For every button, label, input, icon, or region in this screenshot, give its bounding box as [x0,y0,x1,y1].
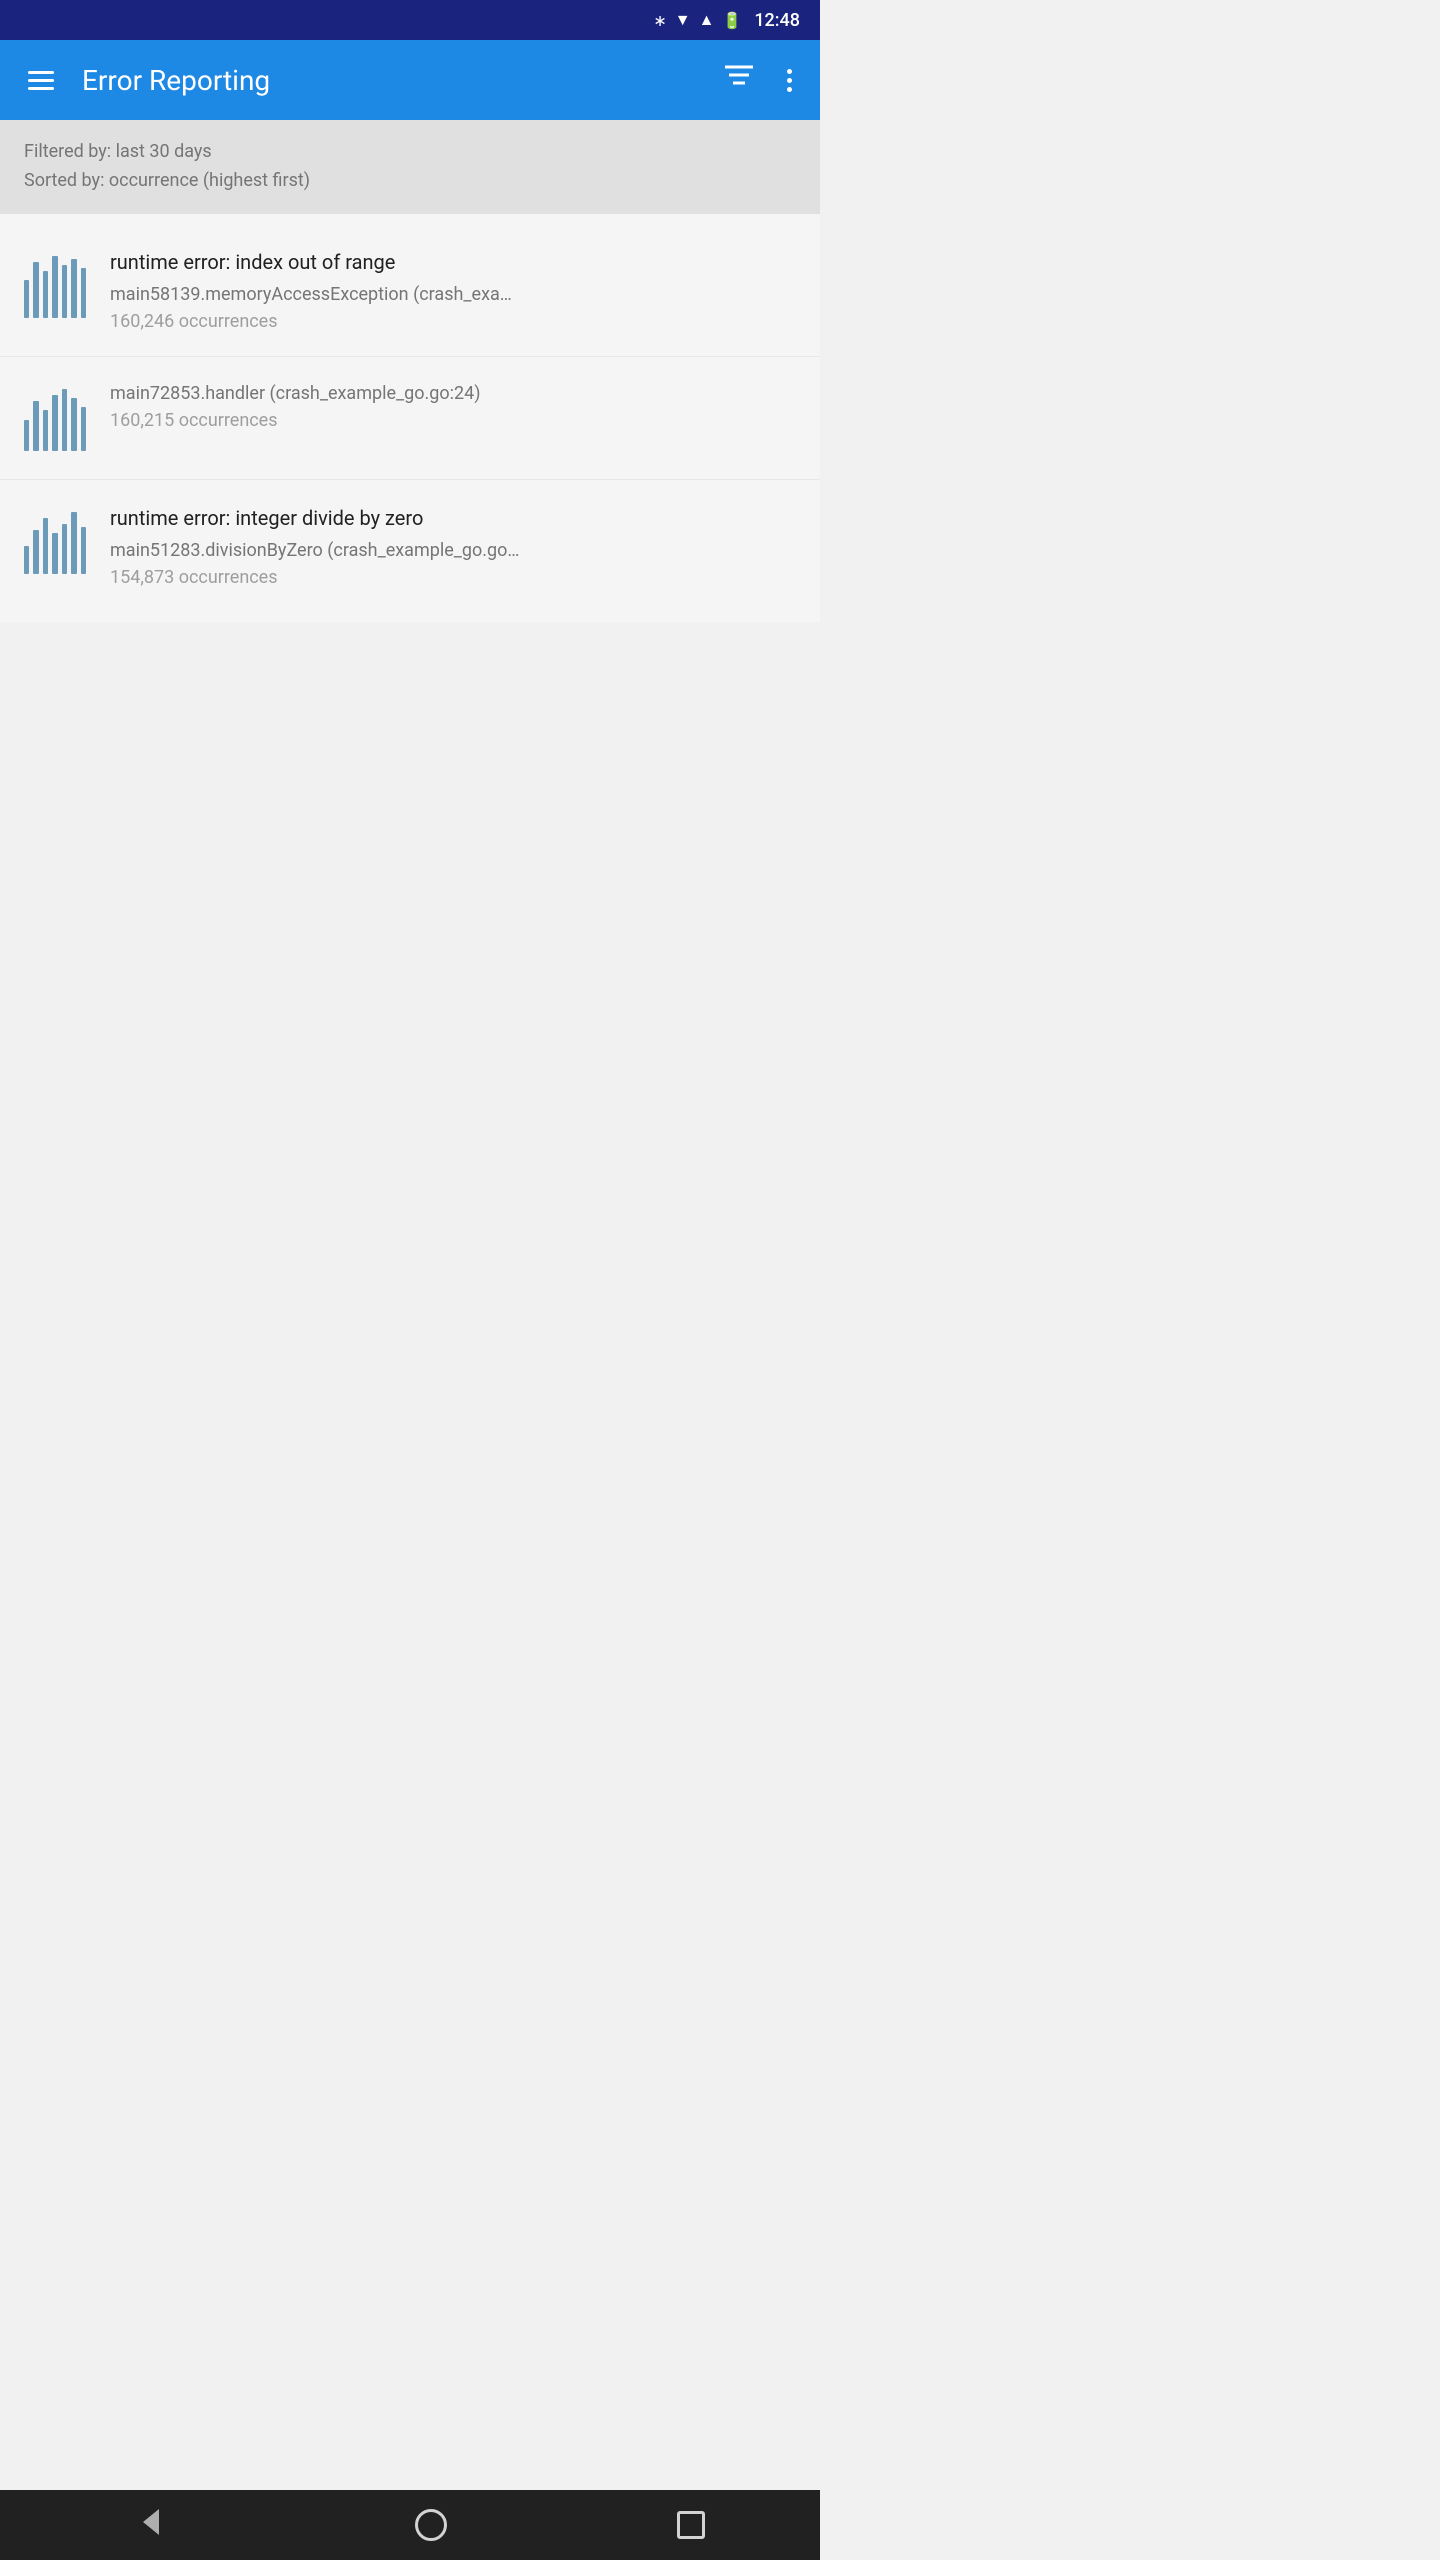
sort-by-text: Sorted by: occurrence (highest first) [24,167,796,196]
chart-bar [24,420,29,451]
error-detail: main51283.divisionByZero (crash_example_… [110,538,800,563]
error-chart-icon [20,385,90,455]
error-detail: main58139.memoryAccessException (crash_e… [110,282,800,307]
filter-button[interactable] [715,55,763,105]
app-bar-actions [715,55,800,105]
recents-button[interactable] [677,2511,705,2539]
signal-icon: ▲ [699,10,715,30]
chart-bar [33,530,38,573]
filter-by-text: Filtered by: last 30 days [24,138,796,167]
chart-bar [71,398,76,451]
filter-info-text: Filtered by: last 30 days Sorted by: occ… [24,138,796,196]
error-list: runtime error: index out of range main58… [0,214,820,622]
chart-bar [81,407,86,450]
app-bar: Error Reporting [0,40,820,120]
chart-bar [24,546,29,574]
error-title: runtime error: index out of range [110,248,800,276]
wifi-icon: ▼ [675,10,691,30]
error-chart-icon [20,252,90,322]
error-occurrences: 160,246 occurrences [110,311,800,332]
error-item[interactable]: runtime error: integer divide by zero ma… [0,480,820,612]
chart-bar [62,524,67,574]
error-content: runtime error: index out of range main58… [110,248,800,332]
chart-bar [33,262,38,318]
more-options-button[interactable] [779,61,800,100]
chart-bar [71,259,76,318]
back-button[interactable] [115,2497,185,2554]
status-bar: ∗ ▼ ▲ 🔋 12:48 [0,0,820,40]
chart-bar [52,256,57,318]
chart-bar [81,527,86,574]
chart-bar [24,280,29,317]
error-occurrences: 160,215 occurrences [110,410,800,431]
chart-bar [62,389,67,451]
chart-bar [33,401,38,451]
chart-bar [43,410,48,450]
error-content: main72853.handler (crash_example_go.go:2… [110,381,800,431]
chart-bar [71,512,76,574]
status-time: 12:48 [754,10,800,31]
error-occurrences: 154,873 occurrences [110,567,800,588]
error-item[interactable]: runtime error: index out of range main58… [0,224,820,357]
chart-bar [43,271,48,318]
chart-bar [43,518,48,574]
app-title: Error Reporting [82,64,695,97]
error-title: runtime error: integer divide by zero [110,504,800,532]
battery-icon: 🔋 [722,11,742,30]
home-button[interactable] [415,2509,447,2541]
chart-bar [62,265,67,318]
error-content: runtime error: integer divide by zero ma… [110,504,800,588]
error-chart-icon [20,508,90,578]
bluetooth-icon: ∗ [653,11,666,30]
error-detail: main72853.handler (crash_example_go.go:2… [110,381,800,406]
chart-bar [52,395,57,451]
bottom-navigation [0,2490,820,2560]
error-item[interactable]: main72853.handler (crash_example_go.go:2… [0,357,820,480]
status-icons: ∗ ▼ ▲ 🔋 [653,10,742,30]
menu-button[interactable] [20,63,62,98]
filter-info-bar: Filtered by: last 30 days Sorted by: occ… [0,120,820,214]
chart-bar [52,533,57,573]
chart-bar [81,268,86,318]
